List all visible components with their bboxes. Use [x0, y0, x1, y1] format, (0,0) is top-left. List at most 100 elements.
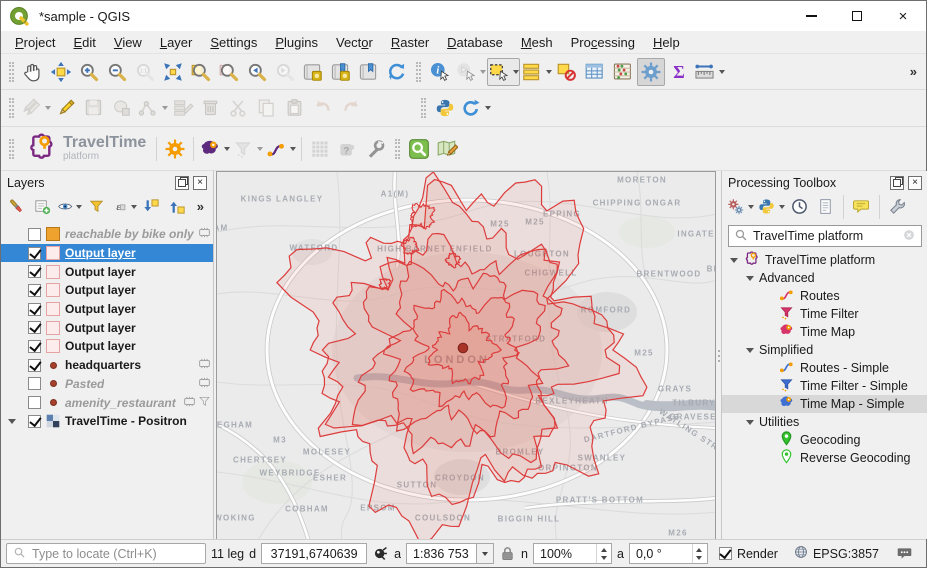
identify-features-button[interactable]: i	[426, 58, 454, 86]
toolbar-handle[interactable]	[416, 62, 421, 82]
save-layer-edits-button[interactable]	[80, 94, 108, 122]
show-spatial-bookmarks-button[interactable]	[355, 58, 383, 86]
processing-panel-close-button[interactable]: ×	[908, 176, 922, 190]
layer-item[interactable]: Output layer	[1, 318, 213, 337]
messages-bubble-icon[interactable]	[896, 545, 913, 562]
zoom-native-button[interactable]: 1:1	[131, 58, 159, 86]
run-feature-action-button[interactable]	[454, 58, 487, 86]
layer-item[interactable]: Pasted	[1, 375, 213, 394]
expander-icon[interactable]	[746, 420, 754, 425]
algorithm-traveltime-platform[interactable]: TravelTime platform	[722, 251, 927, 269]
processing-options-button[interactable]	[885, 194, 910, 219]
toolbar-handle[interactable]	[395, 139, 400, 159]
dropdown-arrow-icon[interactable]	[546, 70, 552, 74]
layer-item[interactable]: Output layer	[1, 337, 213, 356]
minimize-button[interactable]	[788, 1, 834, 31]
menu-processing[interactable]: Processing	[562, 32, 644, 53]
menu-edit[interactable]: Edit	[64, 32, 104, 53]
algorithm-simplified[interactable]: Simplified	[722, 341, 927, 359]
menu-view[interactable]: View	[105, 32, 151, 53]
algorithm-advanced[interactable]: Advanced	[722, 269, 927, 287]
clear-search-icon[interactable]	[902, 228, 916, 245]
layer-visibility-checkbox[interactable]	[28, 247, 41, 260]
models-menu-button[interactable]	[725, 194, 755, 219]
layer-visibility-checkbox[interactable]	[28, 265, 41, 278]
magnifier-spinbox[interactable]: 100%	[533, 543, 612, 564]
expander-icon[interactable]	[8, 419, 16, 424]
dropdown-arrow-icon[interactable]	[485, 106, 491, 110]
modify-attributes-button[interactable]	[169, 94, 197, 122]
processing-panel-float-button[interactable]	[890, 176, 904, 190]
map-canvas[interactable]: MORETONKINGS LANGLEYA1(M)CHIPPING ONGARE…	[216, 171, 716, 541]
scripts-menu-button[interactable]	[756, 194, 786, 219]
dropdown-arrow-icon[interactable]	[76, 205, 82, 209]
dropdown-arrow-icon[interactable]	[748, 205, 754, 209]
menu-raster[interactable]: Raster	[382, 32, 438, 53]
dropdown-arrow-icon[interactable]	[224, 147, 230, 151]
undo-button[interactable]	[309, 94, 337, 122]
layers-panel-float-button[interactable]	[175, 176, 189, 190]
menu-database[interactable]: Database	[438, 32, 512, 53]
digitize-shape-button[interactable]	[108, 94, 136, 122]
layer-visibility-checkbox[interactable]	[28, 321, 41, 334]
layer-item[interactable]: TravelTime - Positron	[1, 412, 213, 431]
toolbar-handle[interactable]	[9, 98, 14, 118]
render-checkbox[interactable]	[719, 547, 732, 560]
scale-dropdown-arrow[interactable]	[476, 544, 493, 563]
zoom-last-button[interactable]	[243, 58, 271, 86]
dropdown-arrow-icon[interactable]	[719, 70, 725, 74]
toolbar-handle[interactable]	[9, 62, 14, 82]
layer-visibility-checkbox[interactable]	[28, 228, 41, 241]
menu-plugins[interactable]: Plugins	[266, 32, 327, 53]
filter-legend-button[interactable]	[84, 194, 109, 219]
traveltime-time-map-button[interactable]	[198, 135, 231, 163]
toolbar-overflow[interactable]: »	[904, 64, 923, 79]
layer-visibility-checkbox[interactable]	[28, 396, 41, 409]
algorithm-time-filter-simple[interactable]: Time Filter - Simple	[722, 377, 927, 395]
expander-icon[interactable]	[730, 258, 738, 263]
layers-toolbar-overflow[interactable]: »	[191, 199, 210, 214]
manage-map-themes-button[interactable]	[56, 194, 83, 219]
edit-features-in-place-button[interactable]	[849, 194, 874, 219]
plugin-reloader-button[interactable]	[459, 94, 492, 122]
dropdown-arrow-icon[interactable]	[45, 106, 51, 110]
deselect-features-button[interactable]	[553, 58, 581, 86]
redo-button[interactable]	[337, 94, 365, 122]
traveltime-geoclick-button[interactable]	[306, 135, 334, 163]
show-bookmark-manager-button[interactable]	[327, 58, 355, 86]
layer-item[interactable]: Output layer	[1, 281, 213, 300]
zoom-out-button[interactable]	[103, 58, 131, 86]
algorithm-time-filter[interactable]: Time Filter	[722, 305, 927, 323]
menu-layer[interactable]: Layer	[151, 32, 202, 53]
expander-icon[interactable]	[746, 276, 754, 281]
layer-visibility-checkbox[interactable]	[28, 303, 41, 316]
lock-scale-icon[interactable]	[499, 545, 516, 562]
rotation-spinbox[interactable]: 0,0 °	[629, 543, 708, 564]
zoom-to-layer-button[interactable]	[215, 58, 243, 86]
processing-search-input[interactable]: TravelTime platform	[728, 225, 922, 247]
layer-item[interactable]: Output layer	[1, 244, 213, 263]
pan-map-button[interactable]	[19, 58, 47, 86]
algorithm-routes[interactable]: Routes	[722, 287, 927, 305]
select-features-by-value-button[interactable]	[520, 58, 553, 86]
spin-arrows[interactable]	[596, 544, 610, 563]
menu-project[interactable]: Project	[6, 32, 64, 53]
traveltime-time-filter-button[interactable]	[231, 135, 264, 163]
coordinate-input[interactable]: 37191,6740639	[261, 543, 367, 564]
collapse-all-button[interactable]	[165, 194, 190, 219]
layer-visibility-checkbox[interactable]	[28, 284, 41, 297]
paste-features-button[interactable]	[281, 94, 309, 122]
open-field-calculator-button[interactable]	[609, 58, 637, 86]
refresh-map-button[interactable]	[383, 58, 411, 86]
filter-by-expression-button[interactable]: ε	[110, 194, 137, 219]
measure-line-button[interactable]	[693, 58, 726, 86]
pan-to-selection-button[interactable]	[47, 58, 75, 86]
dropdown-arrow-icon[interactable]	[513, 70, 519, 74]
algorithm-reverse-geocoding[interactable]: Reverse Geocoding	[722, 449, 927, 467]
algorithm-time-map[interactable]: Time Map	[722, 323, 927, 341]
add-group-button[interactable]	[30, 194, 55, 219]
layer-item[interactable]: headquarters	[1, 356, 213, 375]
expander-icon[interactable]	[746, 348, 754, 353]
algorithm-routes-simple[interactable]: Routes - Simple	[722, 359, 927, 377]
close-button[interactable]: ×	[880, 1, 926, 31]
